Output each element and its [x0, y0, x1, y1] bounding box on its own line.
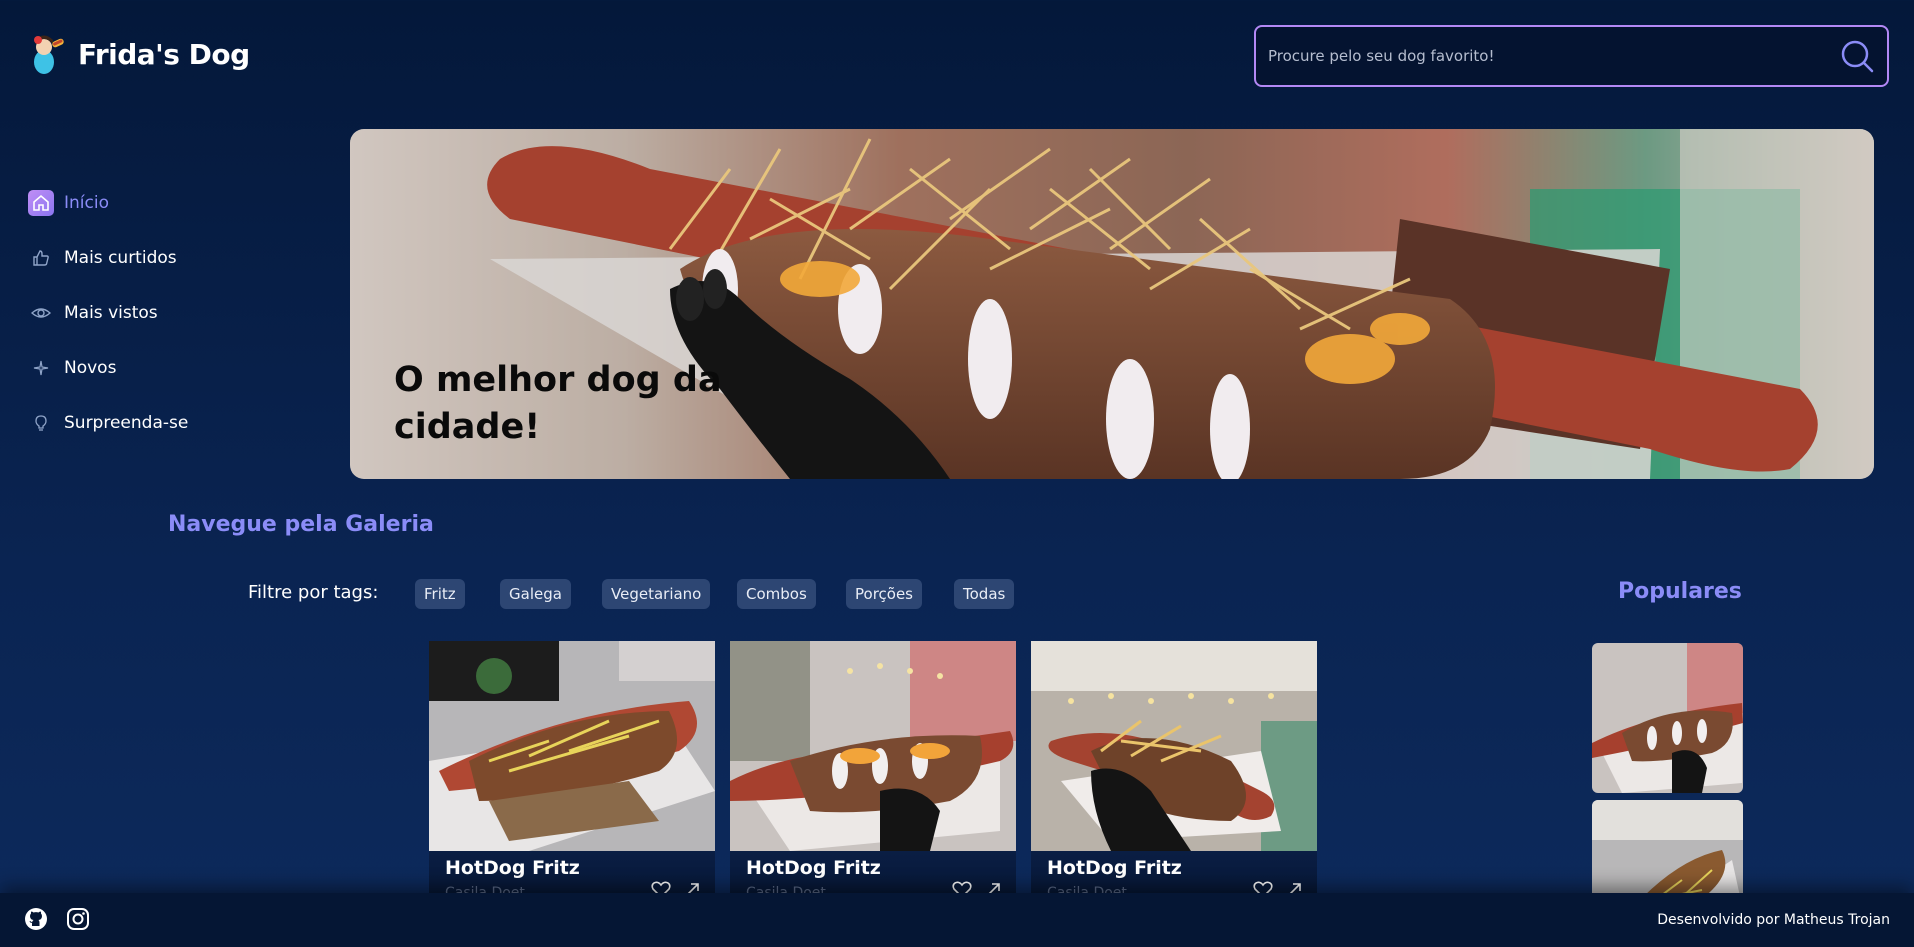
- search-input[interactable]: [1268, 47, 1839, 65]
- hero-banner: O melhor dog da cidade!: [350, 129, 1874, 479]
- tag-galega[interactable]: Galega: [500, 579, 571, 609]
- tag-fritz[interactable]: Fritz: [415, 579, 465, 609]
- card-title: HotDog Fritz: [445, 857, 580, 879]
- sparkle-icon: [28, 355, 54, 381]
- sidebar-item-inicio[interactable]: Início: [28, 175, 288, 230]
- popular-photo: [1592, 643, 1743, 793]
- search-icon[interactable]: [1839, 38, 1875, 74]
- sidebar-item-label: Início: [64, 192, 109, 213]
- brand-logo[interactable]: Frida's Dog: [26, 32, 250, 76]
- brand-mascot-icon: [26, 32, 66, 76]
- sidebar-item-label: Mais vistos: [64, 302, 158, 323]
- instagram-icon[interactable]: [66, 907, 90, 931]
- card-title: HotDog Fritz: [1047, 857, 1182, 879]
- eye-icon: [28, 300, 54, 326]
- card-photo: [1031, 641, 1317, 851]
- card-photo: [429, 641, 715, 851]
- hero-headline: O melhor dog da cidade!: [394, 360, 722, 447]
- tag-combos[interactable]: Combos: [737, 579, 816, 609]
- sidebar-nav: Início Mais curtidos Mais vistos Novos S…: [28, 175, 288, 450]
- sidebar-item-mais-curtidos[interactable]: Mais curtidos: [28, 230, 288, 285]
- card-title: HotDog Fritz: [746, 857, 881, 879]
- sidebar-item-surpreenda-se[interactable]: Surpreenda-se: [28, 395, 288, 450]
- search-bar[interactable]: [1254, 25, 1889, 87]
- popular-title: Populares: [1618, 579, 1742, 604]
- gallery-title: Navegue pela Galeria: [168, 512, 434, 537]
- github-icon[interactable]: [24, 907, 48, 931]
- footer: Desenvolvido por Matheus Trojan: [0, 893, 1914, 947]
- tag-todas[interactable]: Todas: [954, 579, 1015, 609]
- sidebar-item-mais-vistos[interactable]: Mais vistos: [28, 285, 288, 340]
- gallery-card[interactable]: HotDog Fritz Casila Doet...: [1031, 641, 1317, 911]
- social-links: [24, 907, 90, 931]
- sidebar-item-label: Novos: [64, 357, 117, 378]
- sidebar-item-label: Surpreenda-se: [64, 412, 189, 433]
- home-icon: [28, 189, 54, 216]
- sidebar-item-novos[interactable]: Novos: [28, 340, 288, 395]
- header: Frida's Dog: [0, 0, 1914, 112]
- gallery-card[interactable]: HotDog Fritz Casila Doet...: [429, 641, 715, 911]
- thumbs-up-icon: [28, 245, 54, 271]
- popular-item[interactable]: [1592, 643, 1743, 793]
- footer-credit: Desenvolvido por Matheus Trojan: [1657, 912, 1890, 928]
- gallery-card[interactable]: HotDog Fritz Casila Doet...: [730, 641, 1016, 911]
- sidebar-item-label: Mais curtidos: [64, 247, 177, 268]
- tag-porcoes[interactable]: Porções: [846, 579, 922, 609]
- filter-label: Filtre por tags:: [248, 582, 379, 603]
- lightbulb-icon: [28, 410, 54, 436]
- brand-title: Frida's Dog: [78, 37, 250, 71]
- tag-vegetariano[interactable]: Vegetariano: [602, 579, 711, 609]
- card-photo: [730, 641, 1016, 851]
